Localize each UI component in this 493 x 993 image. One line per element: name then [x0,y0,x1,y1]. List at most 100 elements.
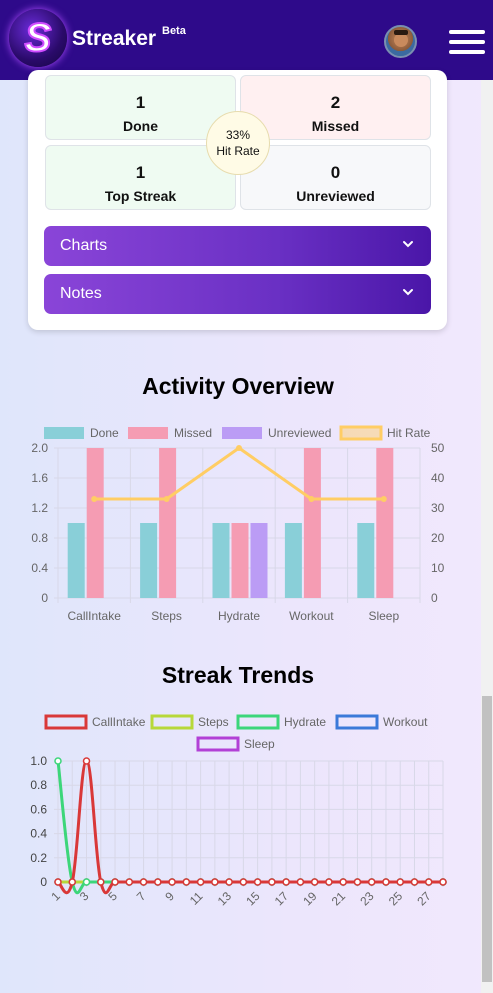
series-point-callintake [97,878,105,886]
bar-done [357,523,375,598]
series-line-callintake [56,759,443,895]
series-point-callintake [339,878,347,886]
x-tick-label: 25 [386,889,406,909]
y-tick-label: 0 [40,875,47,889]
charts-accordion-label: Charts [60,237,108,254]
bar-done [212,523,230,598]
series-point-callintake [125,878,134,886]
user-avatar[interactable] [384,25,417,58]
activity-overview-chart: Done Missed Unreviewed Hit Rate 0 0.4 0.8 1.2 1.… [31,425,445,623]
y2-tick-label: 0 [431,591,438,605]
series-point-callintake [139,878,148,886]
series-point-callintake [168,878,176,886]
x-tick-label: 15 [243,889,263,909]
bar-done [67,523,85,598]
series-point-callintake [353,878,362,886]
app-header: S Streaker Beta [0,0,493,80]
bar-missed [231,523,249,598]
bar-missed [376,448,394,598]
hit-rate-label: Hit Rate [216,144,260,158]
y-tick-label: 0.8 [31,531,48,545]
series-point-callintake [182,878,191,886]
notes-accordion-label: Notes [60,285,102,302]
bar-missed [86,448,104,598]
legend-swatch-0 [44,714,88,730]
x-tick-label: 23 [357,889,377,909]
series-point-callintake [310,878,319,886]
legend-swatch-2 [236,714,280,730]
hit-rate-point [380,496,387,502]
hit-rate-point [91,496,98,502]
series-point-callintake [424,878,433,886]
y2-tick-label: 10 [431,561,445,575]
hit-rate-line [94,446,384,501]
series-point-callintake [196,878,205,886]
chevron-down-icon [401,285,415,304]
x-tick-label: 21 [329,889,349,909]
charts-accordion[interactable]: Charts [44,226,431,266]
series-line-hydrate [56,760,443,895]
y2-tick-label: 30 [431,501,445,515]
series-point-callintake [82,757,91,765]
series-point-callintake [367,878,376,886]
y-tick-label: 0.4 [31,561,48,575]
notes-accordion[interactable]: Notes [44,274,431,314]
beta-badge: Beta [162,25,186,37]
x-tick-label: 1 [48,889,63,904]
streak-trends-chart: CallIntake Steps Hydrate Workout Sleep 0 0.2 0.… [30,714,447,909]
series-point-callintake [154,878,162,886]
series-point-callintake [396,878,404,886]
series-point-callintake [225,878,233,886]
x-tick-label: 17 [272,889,292,909]
missed-count: 2 [330,93,341,112]
x-tick-label: CallIntake [68,609,122,623]
brand-name: Streaker [72,27,157,50]
y2-tick-label: 50 [431,441,445,455]
series-point-callintake [253,878,262,886]
x-tick-label: Hydrate [218,609,260,623]
bar-done [284,523,302,598]
scrollbar-thumb[interactable] [482,696,492,982]
hit-rate-point [163,496,170,502]
y-tick-label: 1.0 [30,754,47,768]
x-tick-label: 13 [215,889,235,909]
x-tick-label: 27 [414,889,434,909]
bar-unreviewed [250,523,268,598]
y-tick-label: 1.6 [31,471,48,485]
legend-label-0: CallIntake [92,715,146,729]
legend-swatch-3 [335,714,379,730]
legend-label-3: Workout [383,715,428,729]
y2-tick-label: 20 [431,531,445,545]
hit-rate-badge: 33% Hit Rate [206,111,270,175]
x-tick-label: Workout [289,609,334,623]
unreviewed-label: Unreviewed [296,188,375,204]
x-tick-label: Sleep [368,609,399,623]
y2-tick-label: 40 [431,471,445,485]
x-tick-label: 11 [187,889,206,908]
unreviewed-count: 0 [330,163,341,182]
series-point-callintake [239,878,248,886]
done-count: 1 [135,93,146,112]
legend-swatch-1 [128,427,168,439]
y-tick-label: 0 [41,591,48,605]
streaker-logo-icon: S [24,15,53,61]
x-tick-label: 19 [300,889,320,909]
legend-swatch-3 [339,425,383,441]
y-tick-label: 0.2 [30,851,47,865]
hit-rate-value: 33% [225,128,251,142]
bar-missed [303,448,321,598]
series-point-callintake [325,878,333,886]
legend-label-2: Unreviewed [268,426,331,440]
hit-rate-point [308,496,315,502]
app-logo[interactable]: S [9,9,67,67]
y-tick-label: 2.0 [31,441,48,455]
legend-swatch-2 [222,427,262,439]
legend-label-1: Missed [174,426,212,440]
top-streak-count: 1 [135,163,146,182]
chevron-down-icon [401,237,415,256]
series-point-callintake [54,878,62,886]
legend-label-3: Hit Rate [387,426,431,440]
hamburger-menu-icon[interactable] [449,30,485,54]
series-point-callintake [268,878,276,886]
series-point-callintake [382,878,390,886]
